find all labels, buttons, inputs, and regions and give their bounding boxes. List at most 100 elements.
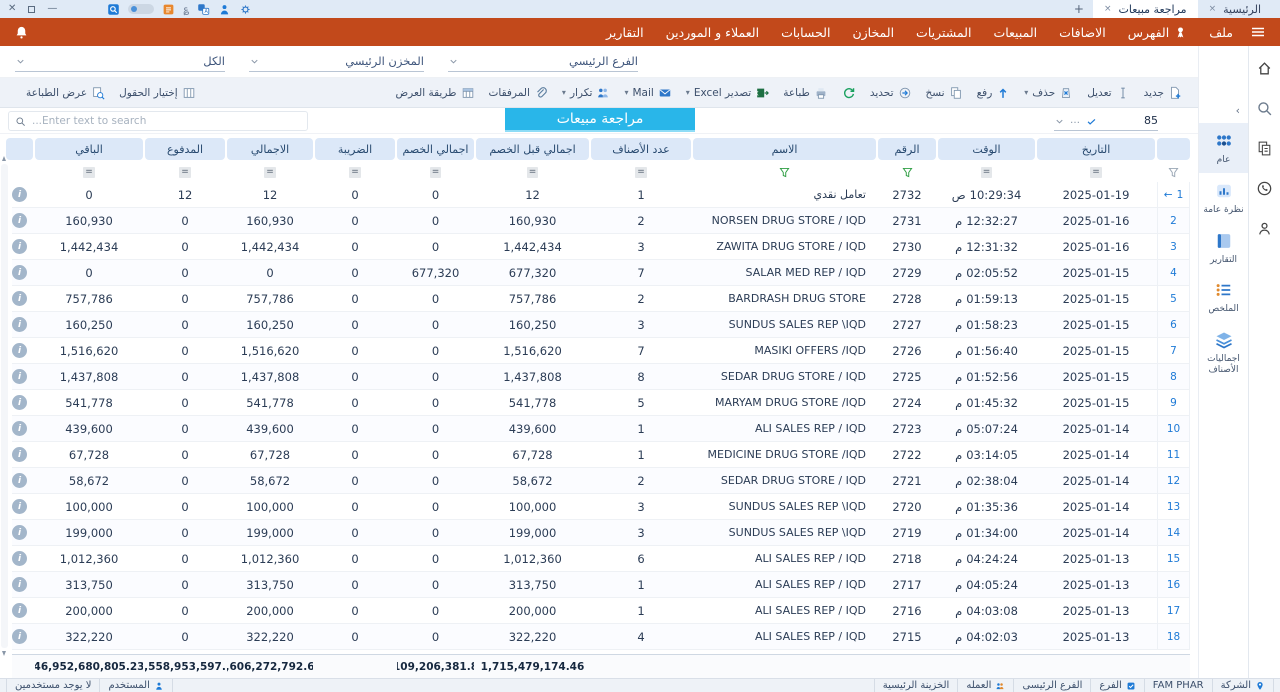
hamburger-menu-icon[interactable] [1244,24,1272,40]
dropdown-arrow-icon[interactable]: ▾ [686,88,690,97]
menu-item-2[interactable]: الاضافات [1048,18,1117,46]
toolbar-secondary-button-1[interactable]: عرض الطباعة [20,81,111,105]
menu-item-5[interactable]: المخازن [841,18,905,46]
filter-operator-icon[interactable]: = [981,167,993,178]
column-filter-name[interactable] [693,162,876,182]
scroll-down-icon[interactable] [2,651,6,656]
column-filter-remaining[interactable]: = [35,162,143,182]
settings-gears-icon[interactable] [239,2,252,16]
sidebar-tab-2[interactable]: التقارير [1199,223,1248,273]
table-row[interactable]: 142025-01-1401:34:00م2719SUNDUS SALES RE… [12,520,1190,546]
column-filter-date[interactable]: = [1037,162,1155,182]
column-header-count[interactable]: عدد الأصناف [591,138,691,160]
scope-dropdown[interactable]: الكل [15,52,225,72]
toggle-switch[interactable] [128,4,154,14]
column-filter-count[interactable]: = [591,162,691,182]
row-info-icon[interactable]: i [12,291,27,306]
row-info-icon[interactable]: i [12,447,27,462]
menu-item-6[interactable]: الحسابات [770,18,841,46]
pages-icon[interactable] [1256,140,1273,157]
column-header-tax[interactable]: الضريبة [315,138,395,160]
row-info-icon[interactable]: i [12,369,27,384]
column-header-paid[interactable]: المدفوع [145,138,225,160]
row-info-icon[interactable]: i [12,473,27,488]
column-header-info[interactable] [6,138,33,160]
toolbar-button-5[interactable]: تحديد [864,81,918,105]
column-filter-tax[interactable]: = [315,162,395,182]
sidebar-tab-4[interactable]: اجماليات الأصناف [1199,322,1248,383]
row-info-icon[interactable]: i [12,499,27,514]
new-tab-button[interactable]: + [1065,0,1093,18]
table-row[interactable]: 42025-01-1502:05:52م2729SALAR MED REP / … [12,260,1190,286]
filter-operator-icon[interactable]: = [1090,167,1102,178]
table-row[interactable]: 32025-01-1612:31:32م2730ZAWITA DRUG STOR… [12,234,1190,260]
toolbar-collapse-icon[interactable] [10,87,18,98]
home-icon[interactable] [1256,60,1273,77]
column-header-time[interactable]: الوقت [938,138,1035,160]
table-row[interactable]: 22025-01-1612:32:27م2731NORSEN DRUG STOR… [12,208,1190,234]
row-info-icon[interactable]: i [12,395,27,410]
whatsapp-icon[interactable] [1256,180,1273,197]
table-row[interactable]: 92025-01-1501:45:32م2724MARYAM DRUG STOR… [12,390,1190,416]
row-info-icon[interactable]: i [12,551,27,566]
column-header-discount[interactable]: اجمالي الخصم [397,138,474,160]
row-info-icon[interactable]: i [12,629,27,644]
table-row[interactable]: 122025-01-1402:38:04م2721SEDAR DRUG STOR… [12,468,1190,494]
table-row[interactable]: 182025-01-1304:02:03م2715ALI SALES REP /… [12,624,1190,650]
table-row[interactable]: 112025-01-1403:14:05م2722MEDICINE DRUG S… [12,442,1190,468]
row-info-icon[interactable]: i [12,317,27,332]
table-row[interactable]: 52025-01-1501:59:13م2728BARDRASH DRUG ST… [12,286,1190,312]
vertical-scrollbar[interactable] [1,164,8,648]
row-info-icon[interactable]: i [12,421,27,436]
table-row[interactable]: 62025-01-1501:58:23م2727SUNDUS SALES REP… [12,312,1190,338]
menu-item-4[interactable]: المشتريات [905,18,982,46]
toolbar-button-0[interactable]: جديد [1138,81,1188,105]
row-info-icon[interactable]: i [12,577,27,592]
menu-item-7[interactable]: العملاء و الموردين [655,18,770,46]
table-row[interactable]: 102025-01-1405:07:24م2723ALI SALES REP /… [12,416,1190,442]
dropdown-arrow-icon[interactable]: ▾ [1024,88,1028,97]
minimize-window-button[interactable]: — [47,4,57,14]
filter-operator-icon[interactable]: = [264,167,276,178]
toolbar-secondary-button-0[interactable]: إختيار الحقول [113,81,202,105]
column-filter-time[interactable]: = [938,162,1035,182]
row-info-icon[interactable]: i [12,187,27,202]
restore-window-button[interactable] [28,6,35,13]
column-header-num[interactable]: الرقم [878,138,936,160]
row-info-icon[interactable]: i [12,343,27,358]
row-info-icon[interactable]: i [12,213,27,228]
dropdown-arrow-icon[interactable]: ▾ [624,88,628,97]
filter-operator-icon[interactable]: = [635,167,647,178]
notes-icon[interactable] [162,2,175,16]
tab-close-icon[interactable]: × [1104,4,1112,14]
sidebar-tab-3[interactable]: الملخص [1199,272,1248,322]
table-row[interactable]: 132025-01-1401:35:36م2720SUNDUS SALES RE… [12,494,1190,520]
search-input[interactable] [32,115,301,127]
filter-operator-icon[interactable]: = [179,167,191,178]
toolbar-button-11[interactable]: المرفقات [483,81,554,105]
menu-item-8[interactable]: التقارير [595,18,655,46]
sidebar-tab-0[interactable]: عام [1199,123,1248,173]
warehouse-dropdown[interactable]: المخزن الرئيسي [249,52,424,72]
table-row[interactable]: 82025-01-1501:52:56م2725SEDAR DRUG STORE… [12,364,1190,390]
toolbar-button-6[interactable] [836,81,862,105]
menu-item-0[interactable]: ملف [1198,18,1244,46]
row-info-icon[interactable]: i [12,525,27,540]
column-header-date[interactable]: التاريخ [1037,138,1155,160]
filter-operator-icon[interactable]: = [83,167,95,178]
column-header-total[interactable]: الاجمالي [227,138,313,160]
table-row[interactable]: 162025-01-1304:05:24م2717ALI SALES REP /… [12,572,1190,598]
close-window-button[interactable]: ✕ [8,4,16,14]
chevron-down-icon[interactable] [1054,114,1065,127]
dropdown-arrow-icon[interactable]: ▾ [562,88,566,97]
toolbar-button-3[interactable]: رفع [971,81,1017,105]
table-row[interactable]: 172025-01-1304:03:08م2716ALI SALES REP /… [12,598,1190,624]
translate-icon[interactable]: A [197,2,210,16]
document-tab-1[interactable]: مراجعة مبيعات× [1093,0,1198,18]
tab-close-icon[interactable]: × [1209,4,1217,14]
notifications-bell-icon[interactable] [8,25,35,40]
column-filter-num[interactable] [878,162,936,182]
row-info-icon[interactable]: i [12,239,27,254]
profile-icon[interactable] [1256,220,1273,237]
sidebar-tab-1[interactable]: نظرة عامة [1199,173,1248,223]
